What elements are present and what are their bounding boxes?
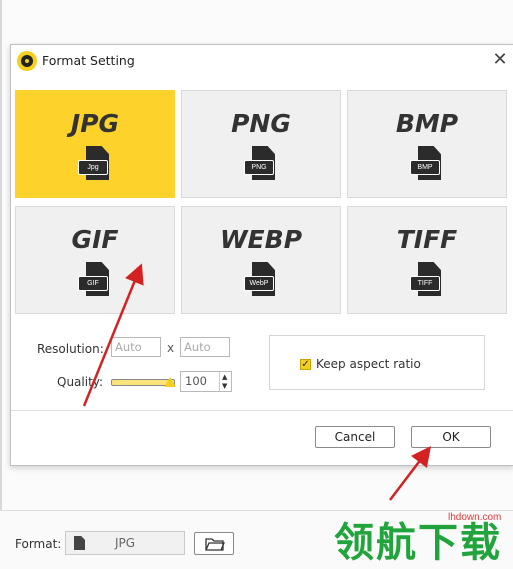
file-badge: PNG <box>244 160 274 175</box>
aspect-ratio-group: ✓ Keep aspect ratio <box>269 335 485 390</box>
format-tile-tiff[interactable]: TIFF TIFF <box>347 206 507 314</box>
quality-label: Quality: <box>57 375 104 389</box>
resolution-width-input[interactable]: Auto <box>111 337 161 357</box>
dialog-title: Format Setting <box>42 53 135 68</box>
format-tile-jpg[interactable]: JPG Jpg <box>15 90 175 198</box>
close-button[interactable]: ✕ <box>489 49 511 71</box>
watermark-url: lhdown.com <box>448 512 502 523</box>
file-badge: WebP <box>244 276 274 291</box>
format-value: JPG <box>114 536 136 550</box>
chevron-down-icon[interactable]: ▼ <box>222 382 227 390</box>
format-name: BMP <box>395 109 459 138</box>
png-file-icon: PNG <box>244 146 278 182</box>
format-tile-png[interactable]: PNG PNG <box>181 90 341 198</box>
watermark: 领航下载 lhdown.com <box>330 508 513 568</box>
dialog-title-bar: Format Setting ✕ <box>11 45 513 77</box>
keep-aspect-checkbox[interactable]: ✓ <box>300 359 311 370</box>
format-name: TIFF <box>396 225 458 254</box>
app-logo-icon <box>17 51 37 71</box>
tiff-file-icon: TIFF <box>410 262 444 298</box>
quality-stepper[interactable]: 100 ▲ ▼ <box>180 371 232 392</box>
gif-file-icon: GIF <box>78 262 112 298</box>
quality-slider-thumb[interactable] <box>164 377 176 387</box>
resolution-height-input[interactable]: Auto <box>180 337 230 357</box>
format-field[interactable]: JPG <box>65 531 185 555</box>
format-tile-gif[interactable]: GIF GIF <box>15 206 175 314</box>
bmp-file-icon: BMP <box>410 146 444 182</box>
file-badge: TIFF <box>410 276 440 291</box>
dialog-divider <box>11 410 513 411</box>
cancel-button[interactable]: Cancel <box>315 426 395 448</box>
jpg-file-icon: Jpg <box>78 146 112 182</box>
keep-aspect-label: Keep aspect ratio <box>316 357 421 371</box>
format-name: GIF <box>71 225 119 254</box>
file-badge: GIF <box>78 276 108 291</box>
quality-value: 100 <box>185 374 207 388</box>
format-name: PNG <box>231 109 291 138</box>
webp-file-icon: WebP <box>244 262 278 298</box>
file-badge: BMP <box>410 160 440 175</box>
format-setting-dialog: Format Setting ✕ JPG Jpg PNG PNG BMP BMP… <box>10 44 513 466</box>
resolution-label: Resolution: <box>37 342 104 356</box>
folder-icon <box>205 538 225 551</box>
quality-spin-buttons[interactable]: ▲ ▼ <box>219 372 232 391</box>
format-name: WEBP <box>219 225 303 254</box>
window-edge <box>0 0 2 568</box>
format-label: Format: <box>15 537 62 551</box>
open-folder-button[interactable] <box>194 532 234 555</box>
format-tile-webp[interactable]: WEBP WebP <box>181 206 341 314</box>
format-name: JPG <box>70 109 120 138</box>
chevron-up-icon[interactable]: ▲ <box>222 373 227 381</box>
format-tile-bmp[interactable]: BMP BMP <box>347 90 507 198</box>
file-badge: Jpg <box>78 160 108 175</box>
ok-button[interactable]: OK <box>411 426 491 448</box>
resolution-separator: x <box>167 341 175 355</box>
